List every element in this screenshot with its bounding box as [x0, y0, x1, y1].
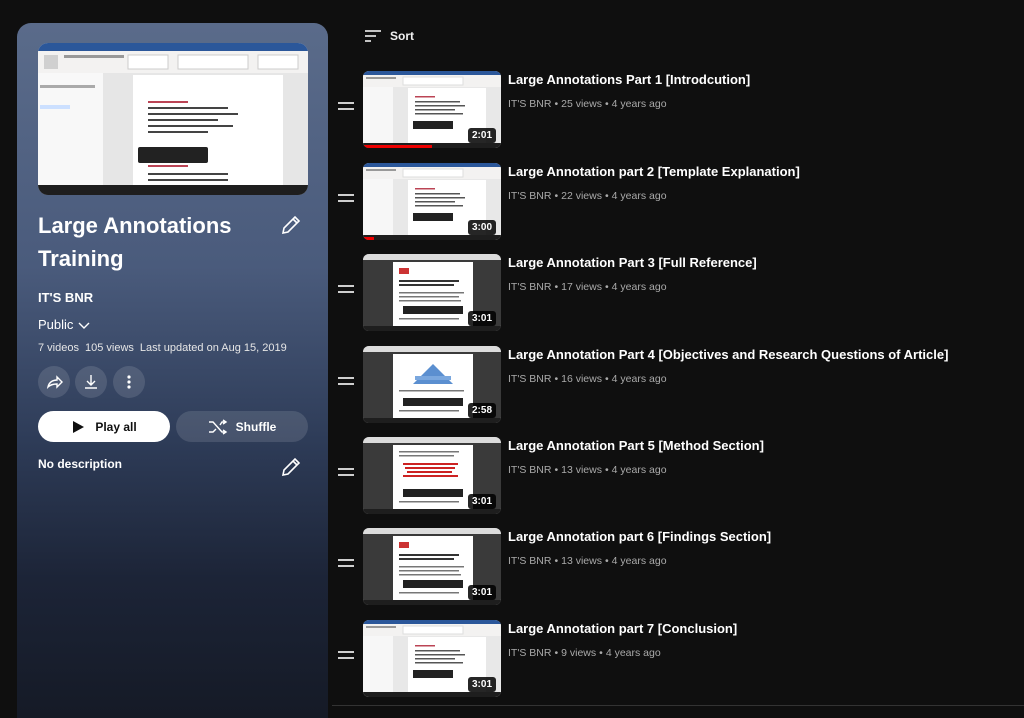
edit-title-icon[interactable] — [279, 213, 303, 237]
sort-label: Sort — [390, 29, 414, 43]
playlist-video-row[interactable]: 3:00 Large Annotation part 2 [Template E… — [332, 162, 1024, 242]
video-duration: 3:01 — [467, 585, 496, 600]
playlist-header-panel: Large Annotations Training IT'S BNR Publ… — [17, 23, 328, 718]
play-all-label: Play all — [95, 419, 137, 434]
playlist-video-row[interactable]: 3:01 Large Annotation part 6 [Findings S… — [332, 527, 1024, 607]
share-button[interactable] — [38, 366, 70, 398]
video-title[interactable]: Large Annotation part 6 [Findings Sectio… — [508, 529, 771, 544]
video-age: 4 years ago — [611, 190, 667, 202]
video-title[interactable]: Large Annotations Part 1 [Introdcution] — [508, 72, 750, 87]
video-duration: 3:01 — [467, 677, 496, 692]
drag-handle-icon[interactable] — [338, 468, 354, 478]
video-views: 22 views — [561, 190, 602, 202]
play-icon — [73, 420, 85, 433]
sort-button[interactable]: Sort — [364, 29, 414, 43]
video-thumbnail[interactable]: 3:01 — [363, 528, 501, 605]
video-age: 4 years ago — [605, 647, 661, 659]
video-channel[interactable]: IT'S BNR — [508, 373, 551, 385]
video-title[interactable]: Large Annotation part 2 [Template Explan… — [508, 164, 800, 179]
video-meta: IT'S BNR • 16 views • 4 years ago — [508, 373, 667, 385]
drag-handle-icon[interactable] — [338, 559, 354, 569]
video-channel[interactable]: IT'S BNR — [508, 464, 551, 476]
playlist-owner[interactable]: IT'S BNR — [38, 290, 93, 305]
video-age: 4 years ago — [611, 464, 667, 476]
video-title[interactable]: Large Annotation Part 4 [Objectives and … — [508, 347, 948, 362]
playlist-description: No description — [38, 457, 123, 471]
video-duration: 2:01 — [467, 128, 496, 143]
watch-progress-bar — [363, 145, 432, 148]
shuffle-label: Shuffle — [235, 419, 277, 434]
video-channel[interactable]: IT'S BNR — [508, 190, 551, 202]
more-options-button[interactable] — [113, 366, 145, 398]
video-thumbnail[interactable]: 3:01 — [363, 620, 501, 697]
playlist-stats: 7 videos 105 views Last updated on Aug 1… — [38, 342, 287, 354]
video-meta: IT'S BNR • 17 views • 4 years ago — [508, 281, 667, 293]
video-count: 7 videos — [38, 342, 79, 354]
video-meta: IT'S BNR • 9 views • 4 years ago — [508, 647, 661, 659]
video-meta: IT'S BNR • 22 views • 4 years ago — [508, 190, 667, 202]
drag-handle-icon[interactable] — [338, 285, 354, 295]
privacy-label: Public — [38, 317, 74, 332]
edit-description-icon[interactable] — [279, 455, 303, 479]
video-channel[interactable]: IT'S BNR — [508, 647, 551, 659]
video-thumbnail[interactable]: 2:01 — [363, 71, 501, 148]
video-views: 25 views — [561, 98, 602, 110]
drag-handle-icon[interactable] — [338, 194, 354, 204]
video-channel[interactable]: IT'S BNR — [508, 555, 551, 567]
share-icon — [46, 375, 63, 390]
drag-handle-icon[interactable] — [338, 651, 354, 661]
video-age: 4 years ago — [611, 373, 667, 385]
video-age: 4 years ago — [611, 555, 667, 567]
playlist-video-row[interactable]: 2:58 Large Annotation Part 4 [Objectives… — [332, 345, 1024, 425]
video-duration: 3:01 — [467, 494, 496, 509]
playlist-video-row[interactable]: 3:01 Large Annotation part 7 [Conclusion… — [332, 619, 1024, 699]
video-title[interactable]: Large Annotation Part 5 [Method Section] — [508, 438, 764, 453]
download-button[interactable] — [75, 366, 107, 398]
playlist-title: Large Annotations Training — [38, 213, 232, 271]
video-thumbnail[interactable]: 3:00 — [363, 163, 501, 240]
drag-handle-icon[interactable] — [338, 377, 354, 387]
playlist-video-row[interactable]: 3:01 Large Annotation Part 3 [Full Refer… — [332, 253, 1024, 333]
last-updated: Last updated on Aug 15, 2019 — [139, 342, 287, 354]
video-meta: IT'S BNR • 13 views • 4 years ago — [508, 464, 667, 476]
video-title[interactable]: Large Annotation part 7 [Conclusion] — [508, 621, 737, 636]
video-meta: IT'S BNR • 13 views • 4 years ago — [508, 555, 667, 567]
video-thumbnail[interactable]: 2:58 — [363, 346, 501, 423]
video-views: 9 views — [561, 647, 597, 659]
video-channel[interactable]: IT'S BNR — [508, 281, 551, 293]
playlist-thumbnail[interactable] — [38, 43, 308, 195]
video-views: 13 views — [561, 464, 602, 476]
video-views: 13 views — [561, 555, 602, 567]
video-age: 4 years ago — [611, 281, 667, 293]
video-age: 4 years ago — [611, 98, 667, 110]
view-count: 105 views — [84, 342, 134, 354]
video-duration: 3:01 — [467, 311, 496, 326]
playlist-video-row[interactable]: 2:01 Large Annotations Part 1 [Introdcut… — [332, 70, 1024, 150]
video-title[interactable]: Large Annotation Part 3 [Full Reference] — [508, 255, 757, 270]
list-divider — [332, 705, 1024, 706]
playlist-video-row[interactable]: 3:01 Large Annotation Part 5 [Method Sec… — [332, 436, 1024, 516]
drag-handle-icon[interactable] — [338, 102, 354, 112]
shuffle-icon — [208, 418, 227, 435]
download-icon — [85, 375, 97, 389]
video-thumbnail[interactable]: 3:01 — [363, 437, 501, 514]
more-vertical-icon — [127, 375, 131, 389]
watch-progress-bar — [363, 237, 375, 240]
sort-icon — [365, 30, 381, 42]
video-duration: 2:58 — [467, 403, 496, 418]
chevron-down-icon — [78, 322, 90, 329]
video-views: 16 views — [561, 373, 602, 385]
video-duration: 3:00 — [467, 220, 496, 235]
shuffle-button[interactable]: Shuffle — [176, 411, 308, 442]
video-meta: IT'S BNR • 25 views • 4 years ago — [508, 98, 667, 110]
privacy-dropdown[interactable]: Public — [38, 317, 91, 332]
video-views: 17 views — [561, 281, 602, 293]
video-channel[interactable]: IT'S BNR — [508, 98, 551, 110]
play-all-button[interactable]: Play all — [38, 411, 170, 442]
video-thumbnail[interactable]: 3:01 — [363, 254, 501, 331]
